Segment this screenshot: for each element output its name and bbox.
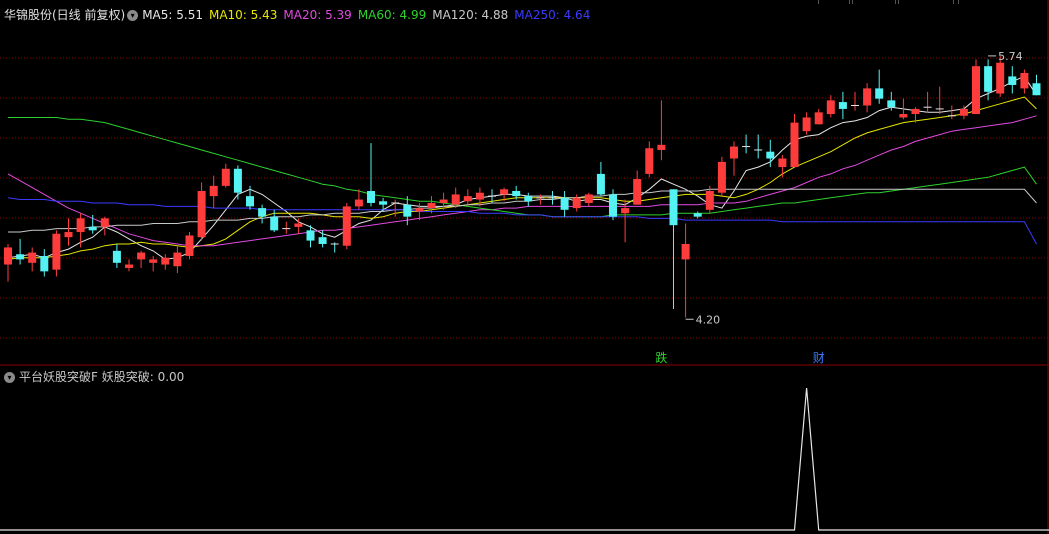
ma-line-ma60 [8,117,1037,218]
signal-marker: 跌 [655,350,667,365]
candle-up [173,252,182,267]
candle-up [4,247,12,265]
candle-up [415,208,424,212]
candle-up [1020,73,1029,89]
candle-up [996,62,1005,94]
candle-up [681,244,690,260]
candle-down [512,191,521,197]
candle-up [221,168,230,186]
signal-marker: 财 [813,351,825,365]
candle-up [439,199,448,203]
candle-up [52,233,61,270]
candle-up [137,252,146,260]
candle-down [88,226,97,231]
candle-up [802,117,811,132]
candle-up [475,192,484,200]
chart-canvas[interactable]: 5.74 4.20 跌 财 [0,0,1049,534]
candle-up [657,144,666,150]
candle-down [693,213,702,217]
candle-down [596,173,605,195]
candle-down [403,204,412,217]
candle-up [584,194,593,203]
candle-down [984,66,993,92]
candle-down [112,250,121,263]
candle-down [40,255,49,272]
candle-up [911,108,920,115]
candle-down [887,100,896,108]
candle-up [463,196,472,202]
candle-up [790,122,799,168]
candle-up [185,235,194,256]
candle-up [197,191,206,238]
ma-line-ma250 [7,197,1037,245]
price-marker-label: 4.20 [696,313,721,326]
candle-down [233,168,242,193]
candle-down [838,102,847,109]
candle-up [161,257,170,265]
candle-up [572,197,581,209]
candle-down [669,189,678,226]
candle-up [149,259,158,263]
candle-up [209,185,218,197]
candle-up [354,199,363,207]
candle-down [367,191,375,203]
candle-down [1008,76,1017,85]
candle-up [294,223,303,227]
candle-up [972,66,980,115]
candle-down [875,88,884,99]
candle-up [814,112,823,125]
candle-up [28,252,37,263]
candle-down [246,196,254,207]
candle-up [633,179,642,205]
candle-up [342,206,351,246]
candle-up [64,232,73,238]
candle-up [705,191,714,210]
candle-down [766,151,775,159]
candle-up [959,108,968,116]
candle-up [621,208,630,214]
candle-down [270,216,279,231]
candle-up [778,158,787,168]
candle-up [826,100,835,115]
candle-down [560,197,569,210]
candle-up [125,264,133,268]
candle-down [258,208,267,217]
candle-up [451,194,460,205]
candle-up [100,218,109,227]
candle-down [609,194,617,217]
price-marker-label: 5.74 [998,50,1023,63]
candle-down [16,254,25,260]
ma-line-ma20 [7,115,1037,247]
candle-up [645,148,654,174]
candle-up [427,202,436,209]
candle-down [318,237,327,245]
candle-up [730,146,738,159]
indicator-line [0,387,1049,531]
candle-up [863,88,872,106]
ma-line-ma5 [7,75,1037,260]
candle-down [379,201,388,205]
candle-up [717,161,726,193]
candle-up [500,189,509,195]
candle-up [76,218,85,233]
candle-up [899,114,908,118]
candle-down [306,230,315,241]
candle-down [1032,83,1041,96]
candle-down [524,196,533,202]
